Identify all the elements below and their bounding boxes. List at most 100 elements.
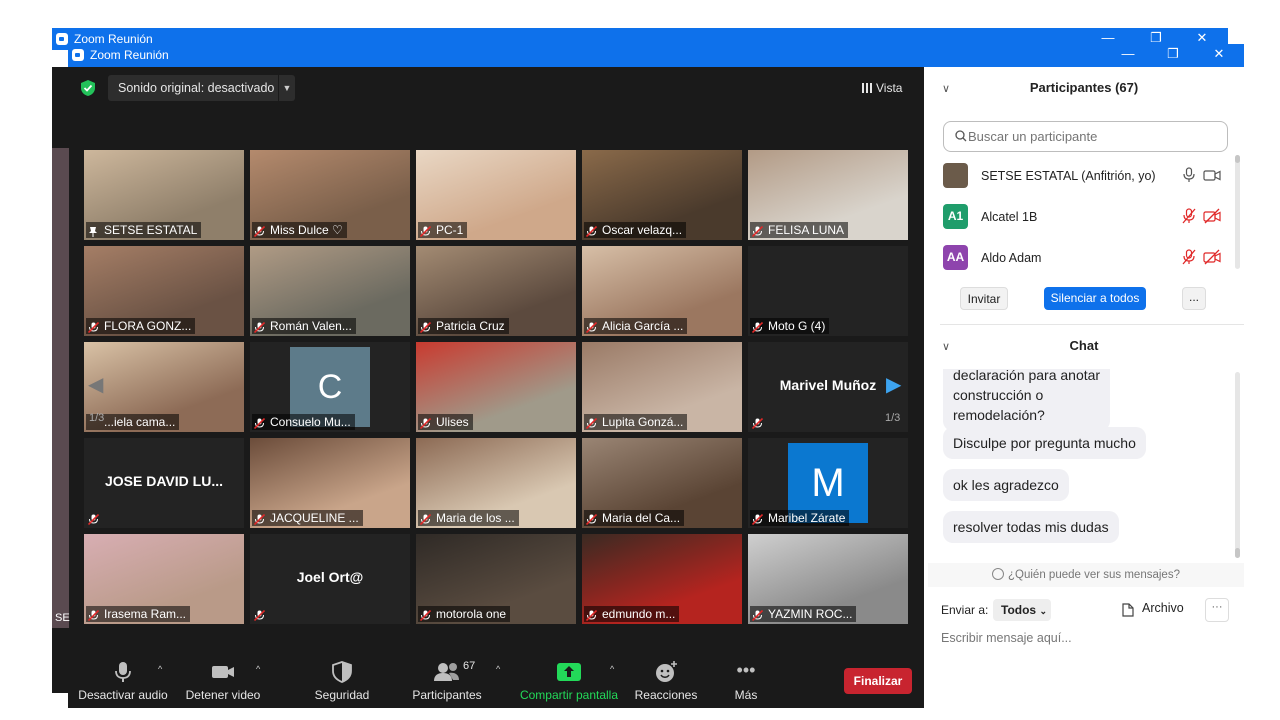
share-screen-button[interactable]: Compartir pantalla [518,660,620,702]
original-sound-button[interactable]: Sonido original: desactivado [108,75,278,101]
video-tile[interactable]: Oscar velazq... [582,150,742,240]
video-tile[interactable]: Maria del Ca... [582,438,742,528]
share-screen-icon [518,660,620,684]
divider [940,324,1244,325]
video-tile[interactable]: JOSE DAVID LU... [84,438,244,528]
video-tile[interactable]: FELISA LUNA [748,150,908,240]
video-tile[interactable]: PC-1 [416,150,576,240]
mute-audio-button[interactable]: Desactivar audio [78,660,168,702]
participant-name-label: edmundo m... [584,606,680,622]
message-visibility-link[interactable]: ¿Quién puede ver sus mensajes? [928,563,1244,587]
restore-button[interactable]: ❐ [1163,46,1183,62]
muted-mic-icon [751,224,764,238]
video-tile[interactable]: C Consuelo Mu... [250,342,410,432]
muted-mic-icon [585,224,598,238]
file-button[interactable]: Archivo [1120,601,1184,615]
video-options-chevron-icon[interactable]: ^ [256,664,260,674]
participant-name-label: FELISA LUNA [750,222,849,238]
video-tile[interactable]: SETSE ESTATAL [84,150,244,240]
avatar [943,163,968,188]
video-tile[interactable]: Joel Ort@ [250,534,410,624]
video-tile[interactable]: YAZMIN ROC... [748,534,908,624]
muted-mic-icon[interactable] [1181,208,1197,224]
chat-message: declaración para anotar construcción o r… [943,369,1111,431]
participants-icon: 67 [410,660,484,684]
next-page-icon[interactable]: ▶ [886,372,901,397]
zoom-logo-icon [56,33,68,45]
video-tile[interactable]: motorola one [416,534,576,624]
minimize-button[interactable]: — [1098,30,1118,45]
muted-mic-icon[interactable] [1181,249,1197,265]
chevron-down-icon: ⌄ [1039,606,1047,616]
video-tile[interactable]: JACQUELINE ... [250,438,410,528]
video-tile[interactable]: Román Valen... [250,246,410,336]
video-tile[interactable]: Miss Dulce ♡ [250,150,410,240]
video-tile[interactable]: Moto G (4) [748,246,908,336]
chevron-down-icon[interactable]: ▼ [279,75,295,101]
video-tile[interactable]: edmundo m... [582,534,742,624]
invite-button[interactable]: Invitar [960,287,1008,310]
participant-name-label: Consuelo Mu... [252,414,355,430]
muted-mic-icon [585,512,598,526]
share-options-chevron-icon[interactable]: ^ [610,664,614,674]
muted-mic-icon [253,320,266,334]
participant-name-label: Patricia Cruz [418,318,509,334]
microphone-icon[interactable] [1181,167,1197,183]
end-meeting-button[interactable]: Finalizar [844,668,912,694]
window-title: Zoom Reunión [90,48,169,62]
video-tile[interactable]: Marivel Muñoz [748,342,908,432]
muted-mic-icon [585,320,598,334]
muted-mic-icon [751,416,764,430]
participant-row[interactable]: A1 Alcatel 1B [943,202,1228,230]
send-to-select[interactable]: Todos ⌄ [993,599,1051,621]
video-tile[interactable]: Patricia Cruz [416,246,576,336]
participants-button[interactable]: 67 Participantes [410,660,484,702]
close-button[interactable]: ✕ [1209,46,1229,62]
muted-mic-icon [751,320,764,334]
participants-options-chevron-icon[interactable]: ^ [496,664,500,674]
video-tile[interactable]: Ulises [416,342,576,432]
shared-content-label: SE [55,612,70,624]
video-tile[interactable]: Maria de los ... [416,438,576,528]
participant-name-label: Miss Dulce ♡ [252,222,347,238]
shield-icon [310,660,374,684]
participant-name-label: Lupita Gonzá... [584,414,688,430]
encryption-shield-icon[interactable] [80,79,96,97]
participants-scrollbar[interactable] [1235,155,1240,269]
video-tile[interactable]: M Maribel Zárate [748,438,908,528]
security-button[interactable]: Seguridad [310,660,374,702]
video-tile[interactable]: FLORA GONZ... [84,246,244,336]
reactions-button[interactable]: Reacciones [634,660,698,702]
muted-mic-icon [751,608,764,622]
participant-display-name: Marivel Muñoz [779,377,877,393]
more-button[interactable]: ••• Más [726,660,766,702]
participant-row[interactable]: AA Aldo Adam [943,243,1228,271]
audio-options-chevron-icon[interactable]: ^ [158,664,162,674]
participant-name-label: Oscar velazq... [584,222,687,238]
video-camera-icon[interactable] [1203,167,1221,183]
window-title-bar[interactable]: Zoom Reunión — ❐ ✕ [68,44,1244,67]
participant-search-input[interactable] [943,121,1228,152]
chat-scrollbar[interactable] [1235,372,1240,558]
participants-more-button[interactable]: ... [1182,287,1206,310]
stop-video-button[interactable]: Detener video [182,660,264,702]
view-button[interactable]: Vista [862,78,918,98]
participant-display-name: JOSE DAVID LU... [105,473,223,489]
video-tile[interactable]: ...iela cama... [84,342,244,432]
video-tile[interactable]: Lupita Gonzá... [582,342,742,432]
video-tile[interactable]: Alicia García ... [582,246,742,336]
video-tile[interactable]: Irasema Ram... [84,534,244,624]
chat-message-input[interactable] [941,628,1231,648]
muted-mic-icon [585,608,598,622]
chat-more-button[interactable]: ··· [1205,598,1229,622]
mute-all-button[interactable]: Silenciar a todos [1044,287,1146,310]
prev-page-icon[interactable]: ◀ [88,372,103,397]
minimize-button[interactable]: — [1118,46,1138,61]
video-camera-icon [182,660,264,684]
video-off-icon[interactable] [1203,208,1221,224]
grid-icon [862,83,872,93]
participant-row[interactable]: SETSE ESTATAL (Anfitrión, yo) [943,161,1228,189]
video-off-icon[interactable] [1203,249,1221,265]
muted-mic-icon [585,416,598,430]
muted-mic-icon [419,512,432,526]
